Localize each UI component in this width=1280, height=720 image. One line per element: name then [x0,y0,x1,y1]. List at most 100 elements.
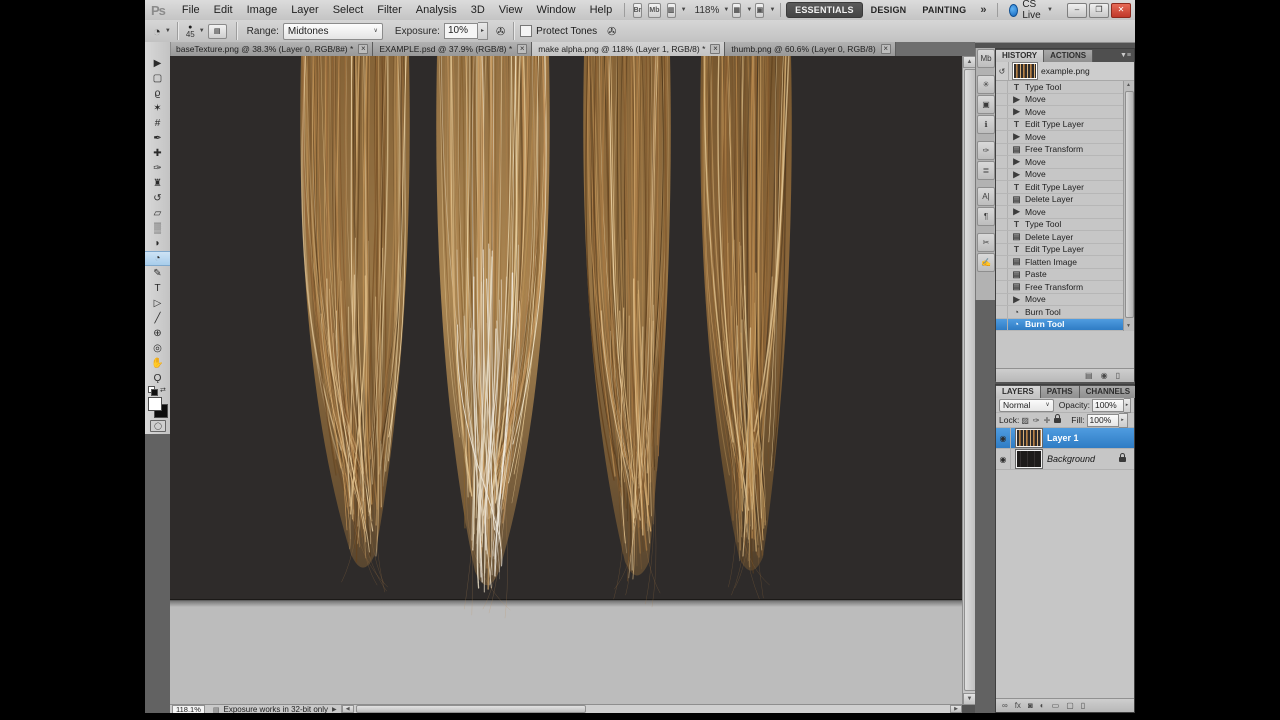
history-scroll-thumb[interactable] [1125,91,1134,318]
history-state[interactable]: ▤ Delete Layer [996,231,1124,244]
adjustment-layer-icon[interactable]: ◐ [1040,701,1045,710]
menu-item[interactable]: Filter [370,1,408,20]
lock-pixels-icon[interactable]: ✑ [1033,416,1040,425]
menu-item[interactable]: Select [326,1,371,20]
protect-tones-checkbox[interactable] [520,25,532,37]
healing-brush-tool[interactable]: ✚ [145,146,170,161]
layer-group-icon[interactable]: ▭ [1052,701,1060,710]
lock-transparency-icon[interactable]: ▨ [1021,416,1029,425]
history-state[interactable]: T Edit Type Layer [996,244,1124,257]
history-brush-source-cell[interactable] [996,119,1008,131]
history-state[interactable]: ▶ Move [996,131,1124,144]
link-layers-icon[interactable]: ∞ [1002,701,1008,710]
layer-style-icon[interactable]: fx [1015,701,1021,710]
history-brush-source-cell[interactable] [996,156,1008,168]
character-panel-icon[interactable]: A| [977,187,995,206]
history-brush-tool[interactable]: ↺ [145,191,170,206]
lock-all-icon[interactable] [1054,418,1061,423]
menu-item[interactable]: Edit [207,1,240,20]
info-panel-icon[interactable]: ℹ [977,115,995,134]
doc-tab-thumb[interactable]: thumb.png @ 60.6% (Layer 0, RGB/8) × [725,42,895,56]
history-state[interactable]: ◔ Burn Tool [996,306,1124,319]
color-panel-icon[interactable]: ✳ [977,75,995,94]
move-tool[interactable]: ▶ [145,56,170,71]
close-tab-icon[interactable]: × [517,44,527,54]
history-state[interactable]: ▶ Move [996,156,1124,169]
history-brush-source-icon[interactable]: ↺ [996,62,1009,80]
workspace-overflow-chevrons[interactable]: » [974,4,992,16]
doc-tab-basetexture[interactable]: baseTexture.png @ 38.3% (Layer 0, RGB/8#… [170,42,373,56]
history-brush-source-cell[interactable] [996,131,1008,143]
range-select[interactable]: Midtones ∨ [283,23,383,40]
eraser-tool[interactable]: ▱ [145,206,170,221]
minibridge-icon[interactable]: Mb [648,3,660,18]
history-brush-source-cell[interactable] [996,144,1008,156]
view-extras-icon[interactable]: ▥ [667,3,676,18]
type-tool[interactable]: T [145,281,170,296]
vertical-scrollbar[interactable]: ▲ ▼ [962,56,976,705]
history-brush-source-cell[interactable] [996,306,1008,318]
workspace-tab[interactable]: ESSENTIALS [786,2,863,18]
new-snapshot-icon[interactable]: ◉ [1101,371,1108,380]
masks-panel-icon[interactable]: ✍ [977,253,995,272]
history-state[interactable]: T Type Tool [996,81,1124,94]
delete-state-icon[interactable]: ▯ [1116,371,1120,380]
new-layer-icon[interactable]: ▢ [1066,701,1074,710]
horizontal-scroll-thumb[interactable] [356,705,586,713]
history-brush-source-cell[interactable] [996,281,1008,293]
zoom-level-dropdown[interactable]: 118% [695,5,720,16]
close-tab-icon[interactable]: × [710,44,720,54]
status-popup-arrow-icon[interactable]: ▶ [332,706,337,713]
panel-tab[interactable]: CHANNELS [1080,386,1135,398]
clone-source-icon[interactable]: ≣ [977,161,995,180]
marquee-tool[interactable]: ▢ [145,71,170,86]
menu-item[interactable]: Window [529,1,582,20]
status-zoom-field[interactable]: 118.1% [172,705,205,713]
history-state[interactable]: ▶ Move [996,294,1124,307]
menu-item[interactable]: Help [583,1,620,20]
chevron-down-icon[interactable]: ▼ [723,7,729,13]
workspace-tab[interactable]: PAINTING [914,3,974,17]
menu-item[interactable]: File [175,1,207,20]
history-state[interactable]: T Type Tool [996,219,1124,232]
history-brush-source-cell[interactable] [996,219,1008,231]
scroll-right-icon[interactable]: ▶ [950,705,962,713]
clone-stamp-tool[interactable]: ♜ [145,176,170,191]
hand-tool[interactable]: ✋ [145,356,170,371]
exposure-field[interactable]: 10% [444,23,478,39]
eyedropper-tool[interactable]: ✒ [145,131,170,146]
history-brush-source-cell[interactable] [996,319,1008,331]
airbrush-icon[interactable]: ✇ [496,25,505,38]
workspace-tab[interactable]: DESIGN [863,3,915,17]
burn-tool-preset-icon[interactable]: ◔ [153,24,161,39]
delete-layer-icon[interactable]: ▯ [1081,701,1085,710]
close-tab-icon[interactable]: × [358,44,368,54]
brush-tool[interactable]: ✑ [145,161,170,176]
quick-mask-button[interactable]: ◯ [150,420,166,432]
close-tab-icon[interactable]: × [881,44,891,54]
burn-tool[interactable]: ◔ [145,251,170,266]
history-state[interactable]: ▶ Move [996,206,1124,219]
new-document-from-state-icon[interactable]: ▤ [1085,371,1093,380]
panel-menu-icon[interactable]: ▼≡ [1117,50,1134,62]
history-brush-source-cell[interactable] [996,231,1008,243]
horizontal-scrollbar[interactable]: ◀ ▶ [341,705,962,713]
tool-presets-icon[interactable]: ✂ [977,233,995,252]
menu-item[interactable]: View [492,1,530,20]
history-state[interactable]: T Edit Type Layer [996,119,1124,132]
panel-tab[interactable]: PATHS [1041,386,1080,398]
foreground-color-swatch[interactable] [148,397,162,411]
history-state[interactable]: ▤ Paste [996,269,1124,282]
history-brush-source-cell[interactable] [996,294,1008,306]
close-button[interactable]: ✕ [1111,3,1131,18]
pen-tool[interactable]: ✎ [145,266,170,281]
history-brush-source-cell[interactable] [996,106,1008,118]
doc-tab-example-psd[interactable]: EXAMPLE.psd @ 37.9% (RGB/8) * × [373,42,532,56]
layer-visibility-eye-icon[interactable]: ◉ [996,428,1011,448]
quick-selection-tool[interactable]: ✶ [145,101,170,116]
panel-tab[interactable]: ACTIONS [1044,50,1093,62]
opacity-value[interactable]: 100% [1092,399,1124,412]
history-brush-source-cell[interactable] [996,194,1008,206]
history-state[interactable]: ▶ Move [996,106,1124,119]
history-state[interactable]: ▤ Delete Layer [996,194,1124,207]
